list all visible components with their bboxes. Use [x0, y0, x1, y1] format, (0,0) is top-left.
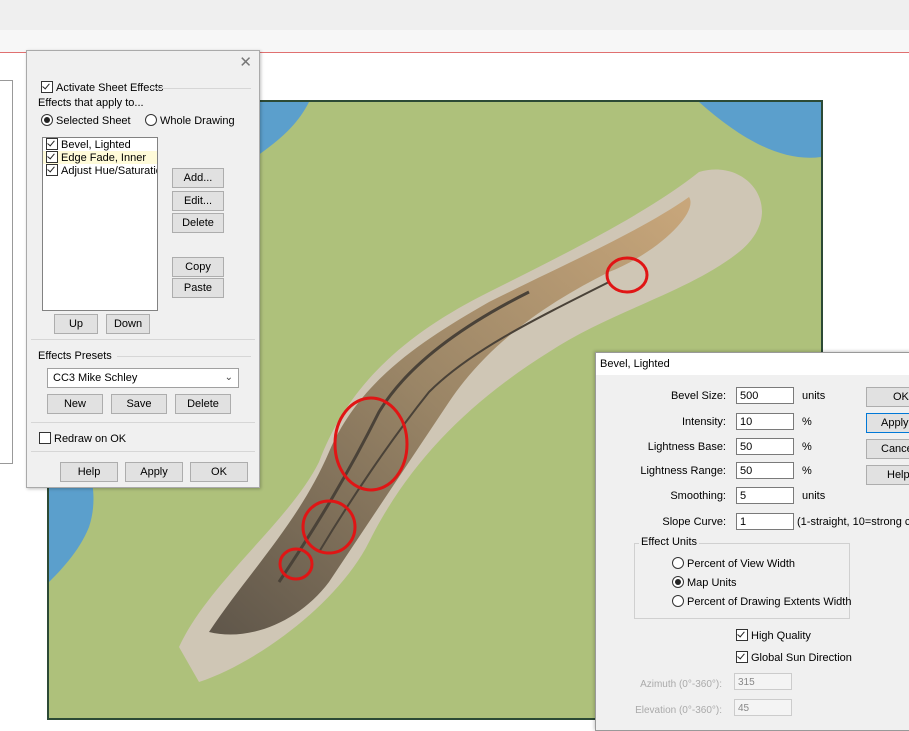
lightness-base-unit: %	[802, 441, 812, 453]
bevel-size-label: Bevel Size:	[670, 390, 726, 402]
paste-effect-button[interactable]: Paste	[172, 278, 224, 298]
map-units-radio[interactable]: Map Units	[672, 576, 737, 589]
new-preset-button[interactable]: New	[47, 394, 103, 414]
redraw-on-ok-checkbox[interactable]: Redraw on OK	[39, 432, 126, 445]
intensity-label: Intensity:	[681, 416, 726, 428]
selected-sheet-radio[interactable]: Selected Sheet	[41, 114, 131, 127]
chevron-down-icon: ⌄	[224, 372, 233, 383]
copy-effect-button[interactable]: Copy	[172, 257, 224, 277]
global-sun-direction-checkbox[interactable]: Global Sun Direction	[736, 651, 852, 664]
close-icon[interactable]: ✕	[239, 53, 252, 71]
intensity-input[interactable]: 10	[736, 413, 794, 430]
add-effect-button[interactable]: Add...	[172, 168, 224, 188]
delete-effect-button[interactable]: Delete	[172, 213, 224, 233]
activate-sheet-effects-checkbox[interactable]: Activate Sheet Effects	[41, 81, 163, 94]
apply-button[interactable]: Apply	[125, 462, 183, 482]
dialog-title: Bevel, Lighted	[596, 353, 909, 375]
move-up-button[interactable]: Up	[54, 314, 98, 334]
app-titlebar	[0, 0, 909, 30]
smoothing-label: Smoothing:	[670, 490, 726, 502]
smoothing-unit: units	[802, 490, 826, 502]
bevel-size-unit: units	[802, 390, 826, 402]
cancel-button[interactable]: Cance	[866, 439, 909, 459]
list-item[interactable]: Bevel, Lighted	[43, 138, 157, 151]
lightness-range-unit: %	[802, 465, 812, 477]
slope-curve-hint: (1-straight, 10=strong conca	[797, 516, 909, 528]
effects-list[interactable]: Bevel, Lighted Edge Fade, Inner Adjust H…	[42, 137, 158, 311]
save-preset-button[interactable]: Save	[111, 394, 167, 414]
bevel-lighted-dialog: Bevel, Lighted Bevel Size: 500 units Int…	[595, 352, 909, 731]
lightness-base-label: Lightness Base:	[647, 441, 726, 453]
apply-button[interactable]: Apply	[866, 413, 909, 433]
azimuth-input[interactable]: 315	[734, 673, 792, 690]
whole-drawing-radio[interactable]: Whole Drawing	[145, 114, 235, 127]
delete-preset-button[interactable]: Delete	[175, 394, 231, 414]
azimuth-label: Azimuth (0°-360°):	[640, 679, 722, 690]
effects-presets-label: Effects Presets	[38, 350, 112, 362]
help-button[interactable]: Help	[866, 465, 909, 485]
intensity-unit: %	[802, 416, 812, 428]
elevation-input[interactable]: 45	[734, 699, 792, 716]
list-item[interactable]: Adjust Hue/Saturatio	[43, 164, 157, 177]
effects-preset-select[interactable]: CC3 Mike Schley ⌄	[47, 368, 239, 388]
high-quality-checkbox[interactable]: High Quality	[736, 629, 811, 642]
checkbox-checked-icon	[41, 81, 53, 93]
effect-units-label: Effect Units	[639, 536, 700, 548]
ok-button[interactable]: OK	[866, 387, 909, 407]
apply-to-label: Effects that apply to...	[38, 97, 144, 109]
lightness-base-input[interactable]: 50	[736, 438, 794, 455]
elevation-label: Elevation (0°-360°):	[635, 705, 722, 716]
edit-effect-button[interactable]: Edit...	[172, 191, 224, 211]
sheet-effects-dialog: ✕ Activate Sheet Effects Effects that ap…	[26, 50, 260, 488]
move-down-button[interactable]: Down	[106, 314, 150, 334]
lightness-range-input[interactable]: 50	[736, 462, 794, 479]
smoothing-input[interactable]: 5	[736, 487, 794, 504]
background-panel-edge	[0, 80, 13, 464]
percent-of-view-width-radio[interactable]: Percent of View Width	[672, 557, 795, 570]
help-button[interactable]: Help	[60, 462, 118, 482]
percent-of-drawing-extents-radio[interactable]: Percent of Drawing Extents Width	[672, 595, 851, 608]
slope-curve-input[interactable]: 1	[736, 513, 794, 530]
list-item[interactable]: Edge Fade, Inner	[43, 151, 157, 164]
slope-curve-label: Slope Curve:	[662, 516, 726, 528]
ok-button[interactable]: OK	[190, 462, 248, 482]
bevel-size-input[interactable]: 500	[736, 387, 794, 404]
lightness-range-label: Lightness Range:	[640, 465, 726, 477]
